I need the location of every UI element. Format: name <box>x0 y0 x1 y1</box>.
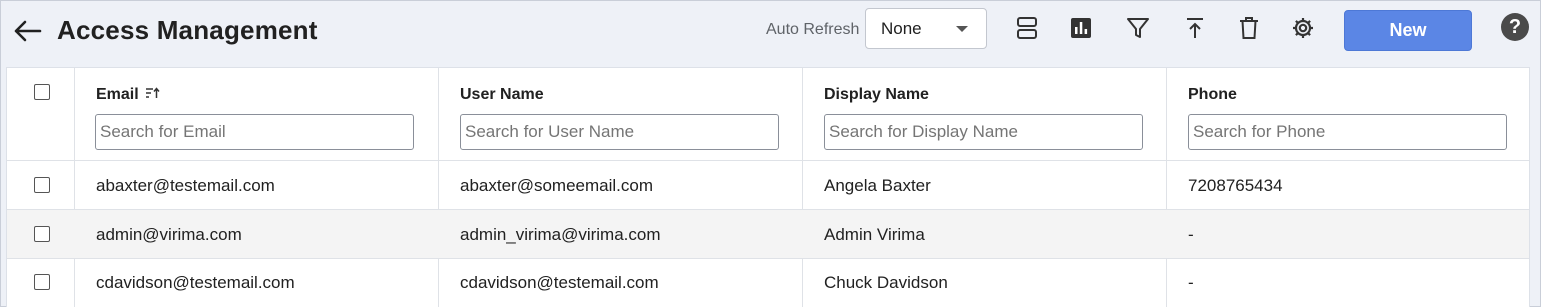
display-name-cell: Admin Virima <box>824 225 925 244</box>
column-header-phone[interactable]: Phone <box>1188 86 1237 104</box>
display-name-cell: Angela Baxter <box>824 176 931 195</box>
search-email-input[interactable] <box>95 114 414 150</box>
delete-icon[interactable] <box>1234 13 1264 43</box>
row-checkbox[interactable] <box>34 274 50 290</box>
email-cell: admin@virima.com <box>96 225 242 244</box>
page-header: Access Management Auto Refresh None New … <box>1 1 1541 65</box>
chart-icon[interactable] <box>1066 13 1096 43</box>
email-cell: abaxter@testemail.com <box>96 176 275 195</box>
table-row[interactable]: cdavidson@testemail.com cdavidson@testem… <box>7 259 1529 307</box>
table-row[interactable]: admin@virima.com admin_virima@virima.com… <box>7 210 1529 259</box>
search-username-input[interactable] <box>460 114 779 150</box>
settings-icon[interactable] <box>1288 13 1318 43</box>
row-checkbox[interactable] <box>34 226 50 242</box>
phone-cell: - <box>1188 273 1194 292</box>
username-cell: abaxter@someemail.com <box>460 176 653 195</box>
search-display-name-input[interactable] <box>824 114 1143 150</box>
sort-icon[interactable] <box>145 86 160 104</box>
email-cell: cdavidson@testemail.com <box>96 273 295 292</box>
back-arrow-icon[interactable] <box>11 15 43 47</box>
display-name-cell: Chuck Davidson <box>824 273 948 292</box>
row-checkbox[interactable] <box>34 177 50 193</box>
table-header-row: Email User Name Display Name Phone <box>7 68 1529 161</box>
auto-refresh-label: Auto Refresh <box>766 21 860 38</box>
username-cell: cdavidson@testemail.com <box>460 273 659 292</box>
column-header-username[interactable]: User Name <box>460 86 544 104</box>
table-row[interactable]: abaxter@testemail.com abaxter@someemail.… <box>7 161 1529 210</box>
select-all-checkbox[interactable] <box>34 84 50 100</box>
export-icon[interactable] <box>1180 13 1210 43</box>
new-button[interactable]: New <box>1344 10 1472 51</box>
help-icon[interactable]: ? <box>1501 13 1529 41</box>
page-title: Access Management <box>57 15 318 45</box>
column-header-label: Email <box>96 86 139 104</box>
auto-refresh-value: None <box>881 18 922 38</box>
username-cell: admin_virima@virima.com <box>460 225 661 244</box>
filter-icon[interactable] <box>1123 13 1153 43</box>
row-layout-icon[interactable] <box>1012 13 1042 43</box>
auto-refresh-select[interactable]: None <box>865 8 987 49</box>
phone-cell: 7208765434 <box>1188 176 1283 195</box>
users-grid: Email User Name Display Name Phone abaxt… <box>6 67 1530 307</box>
search-phone-input[interactable] <box>1188 114 1507 150</box>
phone-cell: - <box>1188 225 1194 244</box>
column-header-display-name[interactable]: Display Name <box>824 86 929 104</box>
column-header-email[interactable]: Email <box>96 86 160 104</box>
chevron-down-icon <box>956 26 968 32</box>
